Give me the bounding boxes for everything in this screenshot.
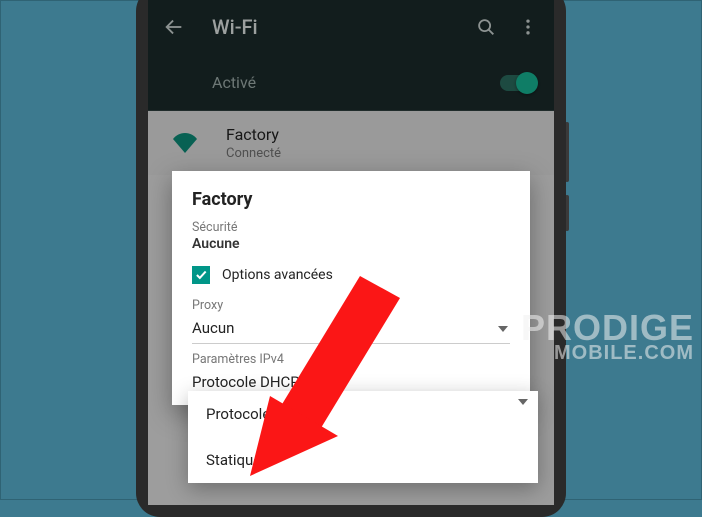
dialog-title: Factory [192,189,510,210]
security-value: Aucune [192,236,510,252]
dropdown-option-dhcp[interactable]: Protocole DHCP [188,391,538,437]
security-label: Sécurité [192,220,510,235]
proxy-dropdown[interactable]: Aucun [192,315,510,344]
ipv4-value: Protocole DHCP [192,373,300,391]
dropdown-option-static[interactable]: Statique [188,437,538,483]
proxy-label: Proxy [192,298,510,313]
caret-down-icon [498,326,508,332]
phone-frame: Wi-Fi Activé Factory [136,0,566,517]
ipv4-dropdown-menu: Protocole DHCP Statique [188,391,538,483]
network-edit-dialog: Factory Sécurité Aucune Options avancées… [172,171,530,405]
proxy-value: Aucun [192,319,234,337]
advanced-options-checkbox[interactable] [192,266,210,284]
screen: Wi-Fi Activé Factory [148,0,554,505]
caret-down-icon [518,399,528,405]
advanced-options-label: Options avancées [222,267,333,283]
ipv4-label: Paramètres IPv4 [192,352,510,367]
checkmark-icon [194,268,208,282]
advanced-options-checkbox-row[interactable]: Options avancées [192,266,510,284]
